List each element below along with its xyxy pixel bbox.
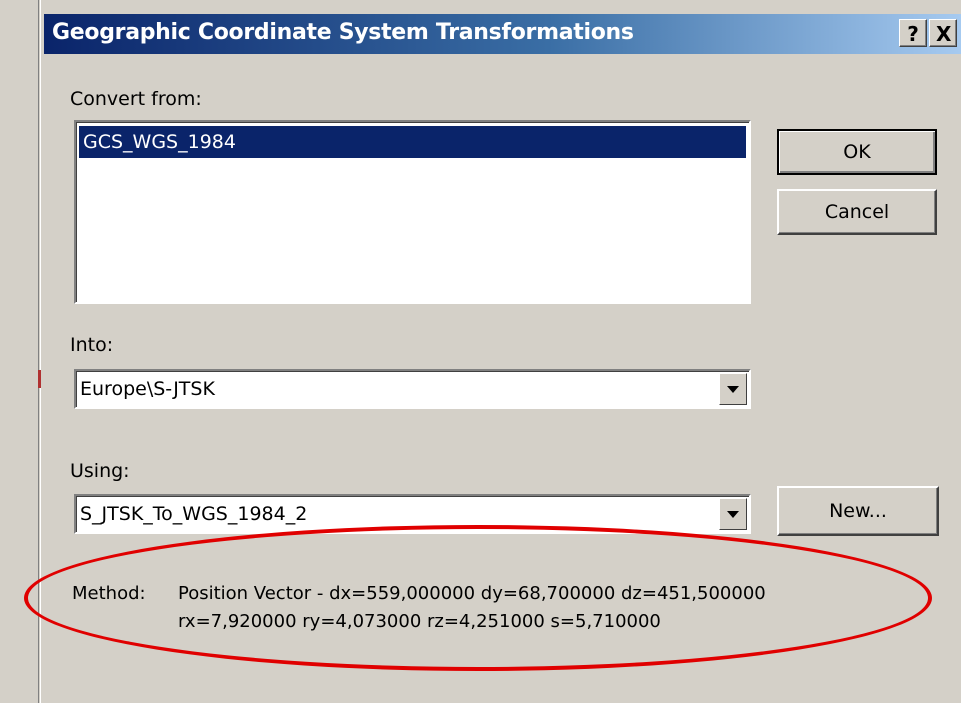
transformations-dialog: Geographic Coordinate System Transformat…	[44, 0, 961, 703]
method-label: Method:	[72, 583, 146, 604]
close-button[interactable]: X	[929, 19, 957, 47]
title-bar[interactable]: Geographic Coordinate System Transformat…	[44, 14, 961, 54]
into-label: Into:	[70, 334, 114, 356]
using-label: Using:	[70, 460, 130, 482]
convert-from-label: Convert from:	[70, 88, 202, 110]
background-window-edge	[0, 0, 41, 703]
close-icon: X	[936, 22, 952, 46]
using-dropdown-arrow-icon[interactable]	[719, 498, 747, 530]
window-title: Geographic Coordinate System Transformat…	[52, 20, 634, 45]
cancel-button[interactable]: Cancel	[777, 189, 937, 235]
method-parameters-line-1: Position Vector - dx=559,000000 dy=68,70…	[178, 583, 766, 604]
into-dropdown-arrow-icon[interactable]	[719, 373, 747, 405]
into-dropdown-value: Europe\S-JTSK	[80, 378, 215, 400]
help-button[interactable]: ?	[899, 19, 927, 47]
help-icon: ?	[907, 22, 919, 46]
list-item[interactable]: GCS_WGS_1984	[79, 126, 746, 158]
using-dropdown[interactable]: S_JTSK_To_WGS_1984_2	[74, 494, 751, 534]
convert-from-list[interactable]: GCS_WGS_1984	[74, 120, 751, 304]
method-parameters-line-2: rx=7,920000 ry=4,073000 rz=4,251000 s=5,…	[178, 611, 661, 632]
using-dropdown-value: S_JTSK_To_WGS_1984_2	[80, 503, 308, 525]
into-dropdown[interactable]: Europe\S-JTSK	[74, 369, 751, 409]
background-window-marker	[38, 370, 41, 388]
ok-button[interactable]: OK	[777, 129, 937, 175]
new-transformation-button[interactable]: New...	[777, 486, 939, 536]
